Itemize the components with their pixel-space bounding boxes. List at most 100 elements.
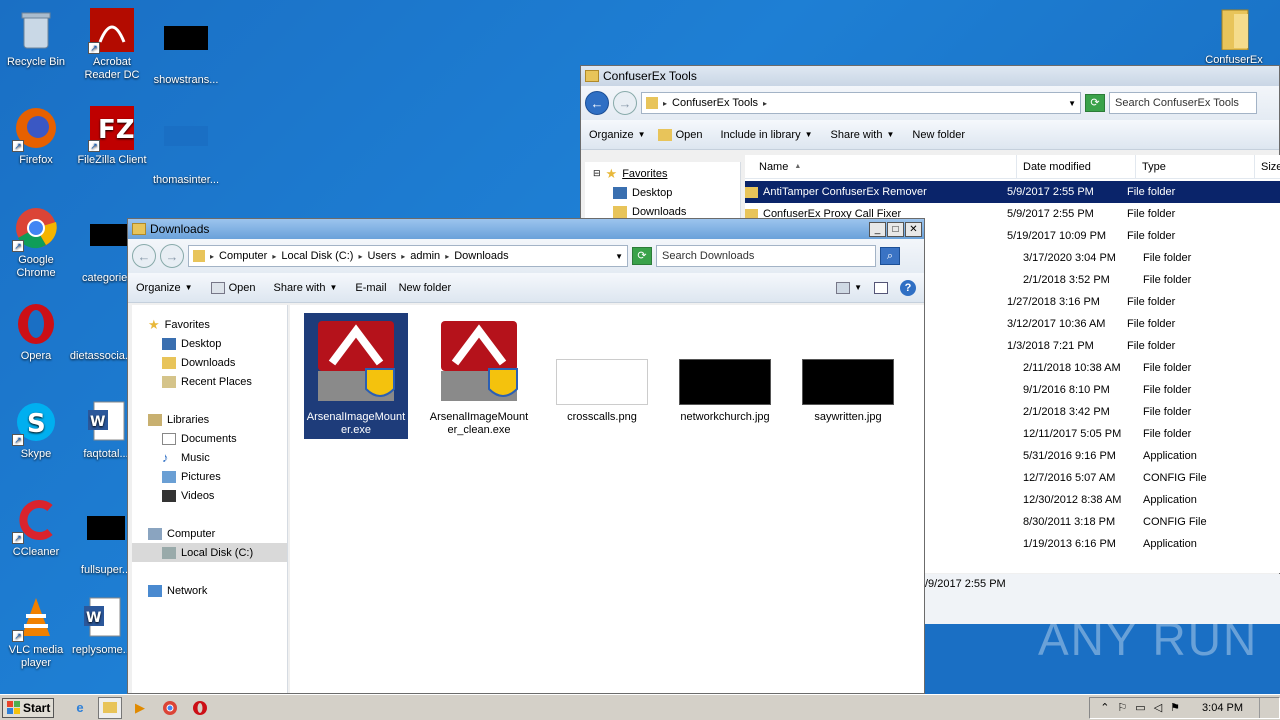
- back-button[interactable]: ←: [132, 244, 156, 268]
- maximize-button[interactable]: □: [887, 221, 904, 237]
- nav-downloads[interactable]: Downloads: [132, 353, 287, 372]
- button-label: Open: [228, 281, 256, 294]
- desktop-icon-acrobat[interactable]: ↗ Acrobat Reader DC: [76, 8, 148, 82]
- new-folder-button[interactable]: New folder: [399, 282, 452, 294]
- back-button[interactable]: ←: [585, 91, 609, 115]
- nav-label: Desktop: [632, 186, 673, 199]
- nav-pictures[interactable]: Pictures: [132, 467, 287, 486]
- search-icon[interactable]: ⌕: [880, 247, 900, 265]
- nav-music[interactable]: ♪ Music: [132, 448, 287, 467]
- button-label: E-mail: [355, 281, 387, 294]
- breadcrumb-item[interactable]: admin: [410, 250, 440, 262]
- file-item[interactable]: ArsenalImageMounter.exe: [304, 313, 408, 439]
- change-view-button[interactable]: ▼: [836, 281, 862, 294]
- taskbar-explorer-icon[interactable]: [98, 696, 122, 719]
- show-desktop-button[interactable]: [1259, 697, 1269, 718]
- nav-computer[interactable]: Computer: [132, 524, 287, 543]
- help-button[interactable]: ?: [900, 279, 916, 296]
- breadcrumb-item[interactable]: Local Disk (C:): [281, 250, 353, 262]
- table-row[interactable]: AntiTamper ConfuserEx Remover 5/9/2017 2:…: [745, 181, 1280, 203]
- clock[interactable]: 3:04 PM: [1202, 702, 1243, 714]
- shortcut-arrow-icon: ↗: [12, 434, 24, 446]
- desktop-icon-ccleaner[interactable]: ↗ CCleaner: [0, 498, 72, 559]
- chevron-down-icon[interactable]: ▼: [1068, 99, 1076, 108]
- breadcrumb-item[interactable]: Users: [367, 250, 396, 262]
- column-header-name[interactable]: Name ▲: [745, 155, 1017, 178]
- breadcrumb-item[interactable]: Downloads: [454, 250, 508, 262]
- action-center-flag-icon[interactable]: ⚑: [1170, 701, 1180, 714]
- recycle-bin-icon: [14, 8, 58, 52]
- file-item[interactable]: saywritten.jpg: [796, 313, 900, 439]
- refresh-icon[interactable]: ⟳: [1085, 94, 1105, 112]
- start-label: Start: [23, 700, 51, 715]
- desktop-icon-filezilla[interactable]: FZ ↗ FileZilla Client: [76, 106, 148, 167]
- share-with-button[interactable]: Share with ▼: [831, 129, 895, 141]
- cell-date: 5/31/2016 9:16 PM: [1023, 450, 1116, 462]
- desktop-icon-vlc[interactable]: ↗ VLC media player: [0, 596, 72, 670]
- column-header-size[interactable]: Size: [1255, 155, 1280, 178]
- breadcrumb-item[interactable]: Computer: [219, 250, 267, 262]
- taskbar-opera-icon[interactable]: [188, 697, 212, 719]
- open-button[interactable]: Open: [210, 281, 256, 294]
- desktop-icon-skype[interactable]: S ↗ Skype: [0, 400, 72, 461]
- new-folder-button[interactable]: New folder: [912, 129, 965, 141]
- nav-network[interactable]: Network: [132, 581, 287, 600]
- tray-app-icon[interactable]: ▭: [1135, 701, 1145, 714]
- nav-libraries[interactable]: Libraries: [132, 410, 287, 429]
- email-button[interactable]: E-mail: [355, 282, 386, 294]
- search-input[interactable]: Search Downloads: [656, 245, 876, 267]
- cell-date: 2/1/2018 3:42 PM: [1023, 406, 1110, 418]
- column-header-type[interactable]: Type: [1136, 155, 1255, 178]
- nav-local-disk[interactable]: Local Disk (C:): [132, 543, 287, 562]
- downloads-window[interactable]: Downloads _ □ ✕ ← → ▸ Computer ▸ Local D…: [127, 218, 925, 694]
- close-button[interactable]: ✕: [905, 221, 922, 237]
- column-label: Type: [1142, 160, 1166, 173]
- nav-recent-places[interactable]: Recent Places: [132, 372, 287, 391]
- file-item[interactable]: ArsenalImageMounter_clean.exe: [427, 313, 531, 439]
- nav-documents[interactable]: Documents: [132, 429, 287, 448]
- forward-button[interactable]: →: [160, 244, 184, 268]
- nav-favorites[interactable]: ★ Favorites: [132, 315, 287, 334]
- search-input[interactable]: Search ConfuserEx Tools: [1109, 92, 1257, 114]
- address-bar[interactable]: ▸ Computer ▸ Local Disk (C:) ▸ Users ▸ a…: [188, 245, 628, 267]
- preview-pane-button[interactable]: [874, 281, 888, 294]
- desktop-icon-label: VLC media player: [8, 644, 64, 669]
- nav-videos[interactable]: Videos: [132, 486, 287, 505]
- network-tray-icon[interactable]: ⚐: [1117, 701, 1127, 714]
- file-item[interactable]: networkchurch.jpg: [673, 313, 777, 439]
- nav-favorites[interactable]: ⊟ ★ Favorites: [593, 164, 740, 183]
- nav-desktop[interactable]: Desktop: [593, 183, 740, 202]
- column-header-date[interactable]: Date modified: [1017, 155, 1136, 178]
- minimize-button[interactable]: _: [869, 221, 886, 237]
- desktop-icon-showstrans[interactable]: showstrans...: [150, 8, 222, 87]
- window-titlebar[interactable]: ConfuserEx Tools: [581, 66, 1279, 86]
- window-titlebar[interactable]: Downloads _ □ ✕: [128, 219, 924, 239]
- chevron-down-icon[interactable]: ▼: [615, 252, 623, 261]
- desktop-icon-firefox[interactable]: ↗ Firefox: [0, 106, 72, 167]
- desktop-icon: [162, 337, 176, 350]
- taskbar-ie-icon[interactable]: e: [68, 697, 92, 719]
- start-button[interactable]: Start: [2, 697, 54, 718]
- desktop-icon-recycle-bin[interactable]: Recycle Bin: [0, 8, 72, 69]
- breadcrumb-item[interactable]: ConfuserEx Tools: [672, 97, 758, 109]
- shortcut-arrow-icon: ↗: [88, 42, 100, 54]
- open-button[interactable]: Open: [657, 128, 702, 141]
- desktop-icon-thomasinter[interactable]: thomasinter...: [150, 106, 222, 187]
- forward-button[interactable]: →: [613, 91, 637, 115]
- refresh-icon[interactable]: ⟳: [632, 247, 652, 265]
- desktop-icon-confuserex[interactable]: ConfuserEx: [1198, 6, 1270, 64]
- organize-button[interactable]: Organize ▼: [589, 129, 646, 141]
- taskbar-media-player-icon[interactable]: ▶: [128, 697, 152, 719]
- taskbar-chrome-icon[interactable]: [158, 697, 182, 719]
- desktop-icon-chrome[interactable]: ↗ Google Chrome: [0, 206, 72, 280]
- desktop-icon-opera[interactable]: Opera: [0, 302, 72, 363]
- nav-label: Network: [167, 584, 208, 597]
- address-bar[interactable]: ▸ ConfuserEx Tools ▸ ▼: [641, 92, 1081, 114]
- nav-desktop[interactable]: Desktop: [132, 334, 287, 353]
- organize-button[interactable]: Organize ▼: [136, 282, 193, 294]
- show-hidden-icons-icon[interactable]: ⌃: [1100, 701, 1109, 714]
- include-in-library-button[interactable]: Include in library ▼: [720, 129, 812, 141]
- share-with-button[interactable]: Share with ▼: [273, 282, 337, 294]
- file-item[interactable]: crosscalls.png: [550, 313, 654, 439]
- volume-icon[interactable]: ◁: [1154, 701, 1162, 714]
